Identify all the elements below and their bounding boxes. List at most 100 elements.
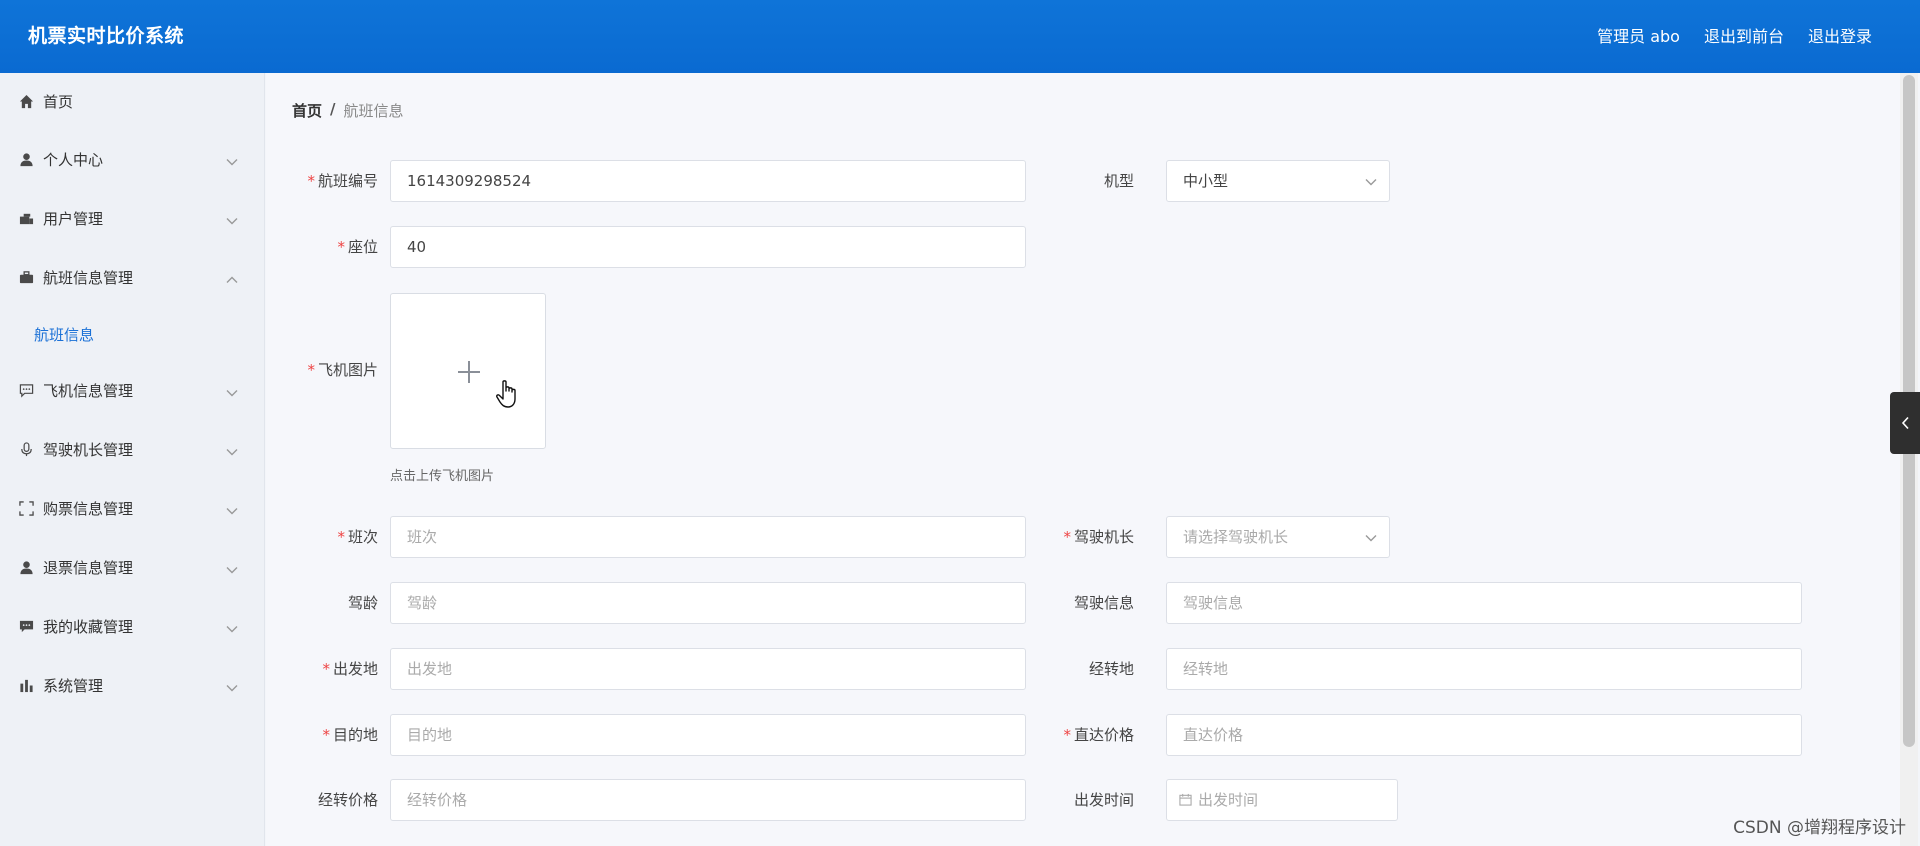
shift-label-text: 班次	[347, 528, 378, 546]
logout-link[interactable]: 退出登录	[1808, 23, 1872, 47]
microphone-icon	[18, 442, 34, 458]
shift-input[interactable]: 班次	[390, 516, 1026, 558]
chevron-down-icon	[226, 383, 238, 401]
flight-no-label-text: 航班编号	[317, 172, 378, 190]
origin-label: * 出发地	[266, 648, 378, 690]
breadcrumb: 首页 / 航班信息	[292, 100, 404, 121]
sidebar-item-refund-management[interactable]: 退票信息管理	[0, 538, 264, 597]
breadcrumb-home[interactable]: 首页	[292, 100, 322, 121]
depart-time-placeholder: 出发时间	[1198, 791, 1259, 809]
sidebar-item-label: 我的收藏管理	[43, 618, 134, 636]
hand-cursor-icon	[495, 378, 521, 414]
sidebar-item-label: 用户管理	[43, 210, 104, 228]
breadcrumb-current: 航班信息	[343, 102, 404, 120]
direct-price-input[interactable]: 直达价格	[1166, 714, 1802, 756]
image-label-text: 飞机图片	[317, 361, 378, 379]
user-icon	[18, 152, 34, 168]
sidebar-item-captain-management[interactable]: 驾驶机长管理	[0, 420, 264, 479]
depart-time-label: 出发时间	[1073, 791, 1134, 809]
briefcase-icon	[18, 270, 34, 286]
model-label: 机型	[1103, 172, 1134, 190]
user-icon	[18, 560, 34, 576]
transit-price-input[interactable]: 经转价格	[390, 779, 1026, 821]
required-mark: *	[307, 361, 315, 379]
collapse-panel-button[interactable]	[1890, 392, 1920, 454]
top-header: 机票实时比价系统 管理员 abo 退出到前台 退出登录	[0, 0, 1920, 73]
sidebar-item-label: 航班信息管理	[43, 269, 134, 287]
admin-user-label[interactable]: 管理员 abo	[1597, 23, 1680, 47]
chevron-down-icon	[226, 501, 238, 519]
captain-label: * 驾驶机长	[1046, 516, 1134, 558]
sidebar-item-home[interactable]: 首页	[0, 73, 264, 130]
header-links: 管理员 abo 退出到前台 退出登录	[1597, 23, 1872, 47]
required-mark: *	[1063, 726, 1071, 744]
chevron-down-icon	[1365, 161, 1377, 201]
watermark: CSDN @增翔程序设计	[1733, 818, 1906, 838]
chevron-down-icon	[226, 560, 238, 578]
sidebar-item-ticket-management[interactable]: 购票信息管理	[0, 479, 264, 538]
sidebar-item-label: 购票信息管理	[43, 500, 134, 518]
calendar-icon	[1179, 781, 1192, 821]
depart-time-picker[interactable]: 出发时间	[1166, 779, 1398, 821]
sidebar-subitem-flight-info[interactable]: 航班信息	[0, 307, 264, 361]
pilot-info-input[interactable]: 驾驶信息	[1166, 582, 1802, 624]
chevron-down-icon	[226, 152, 238, 170]
required-mark: *	[322, 726, 330, 744]
sidebar-item-personal-center[interactable]: 个人中心	[0, 130, 264, 189]
captain-select-placeholder: 请选择驾驶机长	[1183, 528, 1289, 546]
flight-no-input[interactable]: 1614309298524	[390, 160, 1026, 202]
captain-select[interactable]: 请选择驾驶机长	[1166, 516, 1390, 558]
origin-input[interactable]: 出发地	[390, 648, 1026, 690]
sidebar-item-label: 飞机信息管理	[43, 382, 134, 400]
transit-input[interactable]: 经转地	[1166, 648, 1802, 690]
model-select-value: 中小型	[1183, 172, 1229, 190]
image-label: * 飞机图片	[266, 349, 378, 391]
pilot-age-label: 驾龄	[347, 594, 378, 612]
breadcrumb-separator: /	[330, 100, 336, 118]
upload-tip: 点击上传飞机图片	[390, 469, 495, 484]
chevron-down-icon	[226, 442, 238, 460]
chevron-down-icon	[226, 211, 238, 229]
required-mark: *	[1063, 528, 1071, 546]
chevron-down-icon	[1365, 517, 1377, 557]
required-mark: *	[322, 660, 330, 678]
destination-label-text: 目的地	[332, 726, 378, 744]
seats-label-text: 座位	[347, 238, 378, 256]
sidebar-item-flight-management[interactable]: 航班信息管理	[0, 248, 264, 307]
fullscreen-icon	[18, 501, 34, 517]
destination-label: * 目的地	[266, 714, 378, 756]
page-scrollbar[interactable]	[1900, 73, 1918, 846]
direct-price-label-text: 直达价格	[1073, 726, 1134, 744]
seats-label: * 座位	[266, 226, 378, 268]
sidebar-item-label: 驾驶机长管理	[43, 441, 134, 459]
chevron-down-icon	[226, 678, 238, 696]
sidebar-item-favorites-management[interactable]: 我的收藏管理	[0, 597, 264, 656]
sidebar-item-aircraft-management[interactable]: 飞机信息管理	[0, 361, 264, 420]
main-content: 首页 / 航班信息 * 航班编号 1614309298524 机型 中小型 * 座位…	[266, 73, 1900, 846]
image-upload[interactable]	[390, 293, 546, 449]
shift-label: * 班次	[266, 516, 378, 558]
transit-label: 经转地	[1088, 660, 1134, 678]
sidebar-item-system-management[interactable]: 系统管理	[0, 656, 264, 715]
chevron-up-icon	[226, 270, 238, 288]
sidebar-item-user-management[interactable]: 用户管理	[0, 189, 264, 248]
bar-chart-icon	[18, 678, 34, 694]
sidebar-menu: 首页 个人中心 用户管理 航班信息管理 航班信息 飞机信息管理 驾驶机长管理 购…	[0, 73, 265, 846]
required-mark: *	[307, 172, 315, 190]
direct-price-label: * 直达价格	[1046, 714, 1134, 756]
transit-price-label: 经转价格	[317, 791, 378, 809]
app-title: 机票实时比价系统	[28, 25, 185, 47]
users-icon	[18, 211, 34, 227]
sidebar-item-label: 首页	[43, 93, 74, 111]
home-icon	[18, 94, 34, 110]
model-select[interactable]: 中小型	[1166, 160, 1390, 202]
origin-label-text: 出发地	[332, 660, 378, 678]
sidebar-item-label: 系统管理	[43, 677, 104, 695]
back-to-front-link[interactable]: 退出到前台	[1704, 23, 1784, 47]
flight-no-label: * 航班编号	[266, 160, 378, 202]
destination-input[interactable]: 目的地	[390, 714, 1026, 756]
chevron-down-icon	[226, 619, 238, 637]
seats-input[interactable]: 40	[390, 226, 1026, 268]
pilot-info-label: 驾驶信息	[1073, 594, 1134, 612]
pilot-age-input[interactable]: 驾龄	[390, 582, 1026, 624]
